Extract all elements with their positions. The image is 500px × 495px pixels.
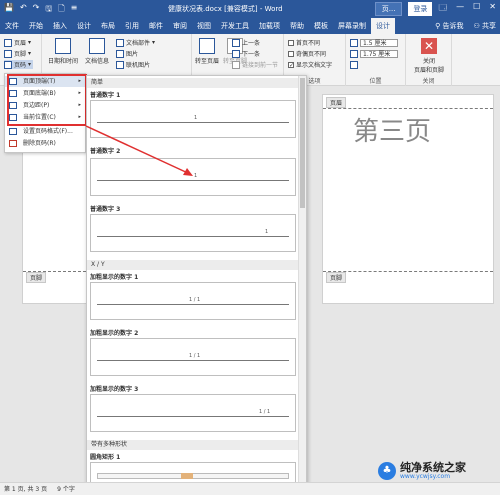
- red-arrow-annotation: [85, 125, 193, 176]
- word-count-status[interactable]: 9 个字: [57, 483, 75, 495]
- status-bar: 第 1 页, 共 3 页 9 个字: [0, 482, 500, 495]
- watermark: ♣ 纯净系统之家 www.ycwjsy.com: [378, 462, 466, 480]
- watermark-logo-icon: ♣: [378, 462, 396, 480]
- page-count-status[interactable]: 第 1 页, 共 3 页: [4, 483, 47, 495]
- watermark-url: www.ycwjsy.com: [400, 473, 451, 480]
- arrow-line: [85, 125, 191, 175]
- watermark-name: 纯净系统之家: [400, 461, 466, 474]
